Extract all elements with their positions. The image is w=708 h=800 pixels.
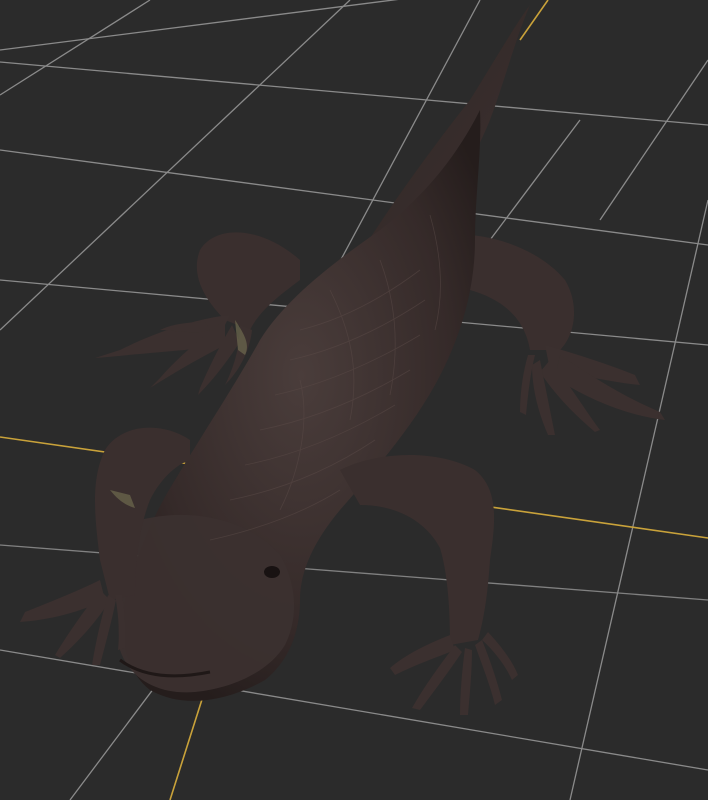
lizard-eye bbox=[264, 566, 280, 578]
viewport-canvas[interactable] bbox=[0, 0, 708, 800]
3d-viewport[interactable] bbox=[0, 0, 708, 800]
